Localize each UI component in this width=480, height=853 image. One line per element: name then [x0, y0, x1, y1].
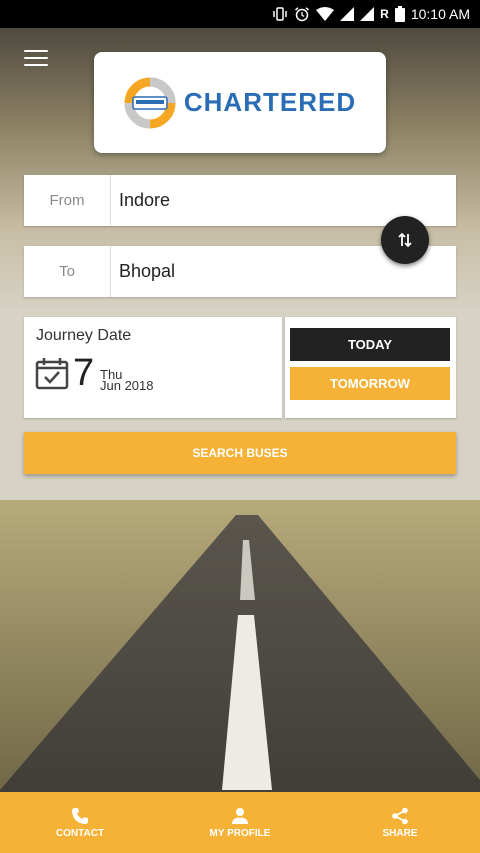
- journey-date-card[interactable]: Journey Date 7 Thu Jun 2018: [24, 317, 282, 418]
- phone-icon: [72, 807, 88, 824]
- tomorrow-button[interactable]: TOMORROW: [290, 367, 450, 400]
- brand-name: CHARTERED: [183, 87, 357, 117]
- vibrate-icon: [272, 7, 288, 21]
- search-buses-button[interactable]: SEARCH BUSES: [24, 432, 456, 474]
- calendar-icon: [35, 358, 69, 390]
- status-time: 10:10 AM: [410, 6, 470, 22]
- nav-contact[interactable]: CONTACT: [0, 792, 160, 853]
- journey-date-title: Journey Date: [36, 327, 132, 344]
- from-value[interactable]: Indore: [111, 190, 170, 211]
- nav-share-label: SHARE: [382, 827, 418, 839]
- roaming-indicator: R: [380, 7, 389, 21]
- signal-icon-2: [360, 7, 375, 21]
- quick-date-card: TODAY TOMORROW: [285, 317, 456, 418]
- to-label: To: [24, 246, 111, 297]
- bus-logo-icon: [124, 77, 176, 128]
- alarm-icon: [294, 6, 310, 22]
- person-icon: [232, 807, 248, 824]
- share-icon: [392, 807, 408, 824]
- nav-share[interactable]: SHARE: [320, 792, 480, 853]
- from-label: From: [24, 175, 111, 226]
- today-button[interactable]: TODAY: [290, 328, 450, 361]
- from-field[interactable]: From Indore: [24, 175, 456, 226]
- signal-icon: [340, 7, 355, 21]
- nav-contact-label: CONTACT: [55, 827, 105, 839]
- to-value[interactable]: Bhopal: [111, 261, 175, 282]
- nav-my-profile[interactable]: MY PROFILE: [160, 792, 320, 853]
- wifi-icon: [316, 7, 335, 21]
- swap-icon: [398, 232, 412, 248]
- nav-my-profile-label: MY PROFILE: [209, 827, 271, 839]
- battery-icon: [394, 6, 405, 22]
- swap-route-button[interactable]: [381, 216, 429, 264]
- bottom-navigation: CONTACT MY PROFILE SHARE: [0, 792, 480, 853]
- journey-month-year: Jun 2018: [100, 378, 154, 393]
- status-bar: R 10:10 AM: [0, 0, 480, 28]
- brand-logo-card: CHARTERED: [94, 52, 386, 153]
- journey-day: 7: [73, 352, 95, 394]
- menu-icon[interactable]: [24, 48, 48, 68]
